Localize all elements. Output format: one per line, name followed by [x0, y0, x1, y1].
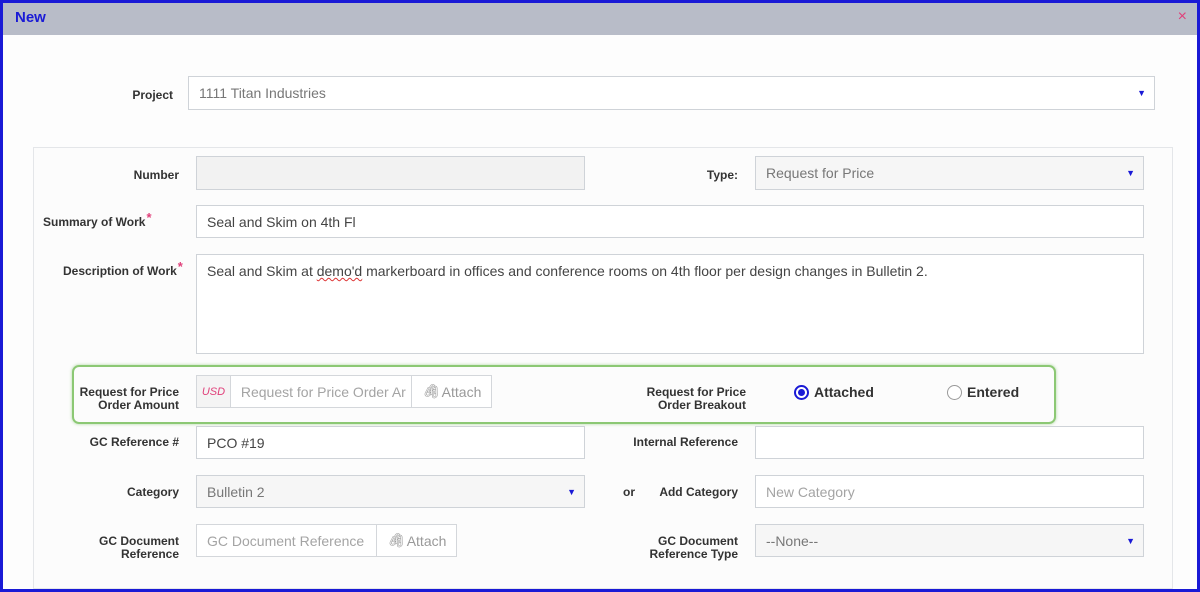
- type-label: Type:: [706, 168, 738, 182]
- required-marker: *: [177, 259, 183, 274]
- close-icon[interactable]: ×: [1178, 9, 1187, 25]
- radio-selected-icon: [794, 384, 809, 400]
- paperclip-icon: 🖇: [386, 532, 405, 548]
- new-dialog: New × Project 1111 Titan Industries ▼ Nu…: [0, 0, 1200, 592]
- category-label: Category: [126, 485, 179, 499]
- gc-document-type-label: GC Document Reference Type: [649, 534, 738, 561]
- required-marker: *: [146, 210, 152, 225]
- number-field[interactable]: [196, 156, 585, 190]
- gc-document-input[interactable]: GC Document Reference: [197, 525, 376, 556]
- description-textarea[interactable]: Seal and Skim at demo'd markerboard in o…: [196, 254, 1144, 354]
- description-label: Description of Work*: [63, 259, 183, 278]
- gc-document-group: GC Document Reference 🖇 Attach: [196, 524, 457, 557]
- currency-addon: USD: [197, 376, 231, 407]
- gc-document-label: GC Document Reference: [98, 534, 179, 561]
- number-label: Number: [133, 168, 179, 182]
- gc-document-attach-button[interactable]: 🖇 Attach: [376, 525, 456, 556]
- add-category-field[interactable]: New Category: [755, 475, 1144, 508]
- internal-reference-label: Internal Reference: [633, 435, 738, 449]
- gc-document-type-select[interactable]: --None-- ▼: [755, 524, 1144, 557]
- paperclip-icon: 🖇: [421, 383, 440, 399]
- gc-reference-label: GC Reference #: [89, 435, 179, 449]
- add-category-label: Add Category: [659, 485, 738, 499]
- spellcheck-word: demo'd: [316, 263, 363, 279]
- project-select[interactable]: 1111 Titan Industries ▼: [188, 76, 1155, 110]
- dialog-titlebar: New ×: [3, 3, 1197, 35]
- internal-reference-field[interactable]: [755, 426, 1144, 459]
- rfp-amount-input[interactable]: Request for Price Order Ar: [231, 376, 411, 407]
- rfp-amount-group: USD Request for Price Order Ar 🖇 Attach: [196, 375, 492, 408]
- radio-unselected-icon: [947, 384, 962, 400]
- caret-down-icon: ▼: [1126, 535, 1135, 546]
- type-select[interactable]: Request for Price ▼: [755, 156, 1144, 190]
- category-select[interactable]: Bulletin 2 ▼: [196, 475, 585, 508]
- caret-down-icon: ▼: [1126, 168, 1135, 178]
- summary-label: Summary of Work*: [43, 210, 152, 229]
- caret-down-icon: ▼: [1137, 88, 1146, 98]
- or-text: or: [623, 485, 635, 499]
- radio-entered[interactable]: Entered: [947, 384, 1019, 400]
- radio-attached[interactable]: Attached: [794, 384, 874, 400]
- rfp-amount-attach-button[interactable]: 🖇 Attach: [411, 376, 491, 407]
- dialog-title: New: [15, 9, 46, 26]
- gc-reference-field[interactable]: PCO #19: [196, 426, 585, 459]
- summary-field[interactable]: Seal and Skim on 4th Fl: [196, 205, 1144, 238]
- project-label: Project: [132, 88, 173, 102]
- rfp-breakdown-label: Request for Price Order Breakout: [646, 385, 746, 412]
- caret-down-icon: ▼: [567, 486, 576, 497]
- rfp-amount-label: Request for Price Order Amount: [79, 385, 179, 412]
